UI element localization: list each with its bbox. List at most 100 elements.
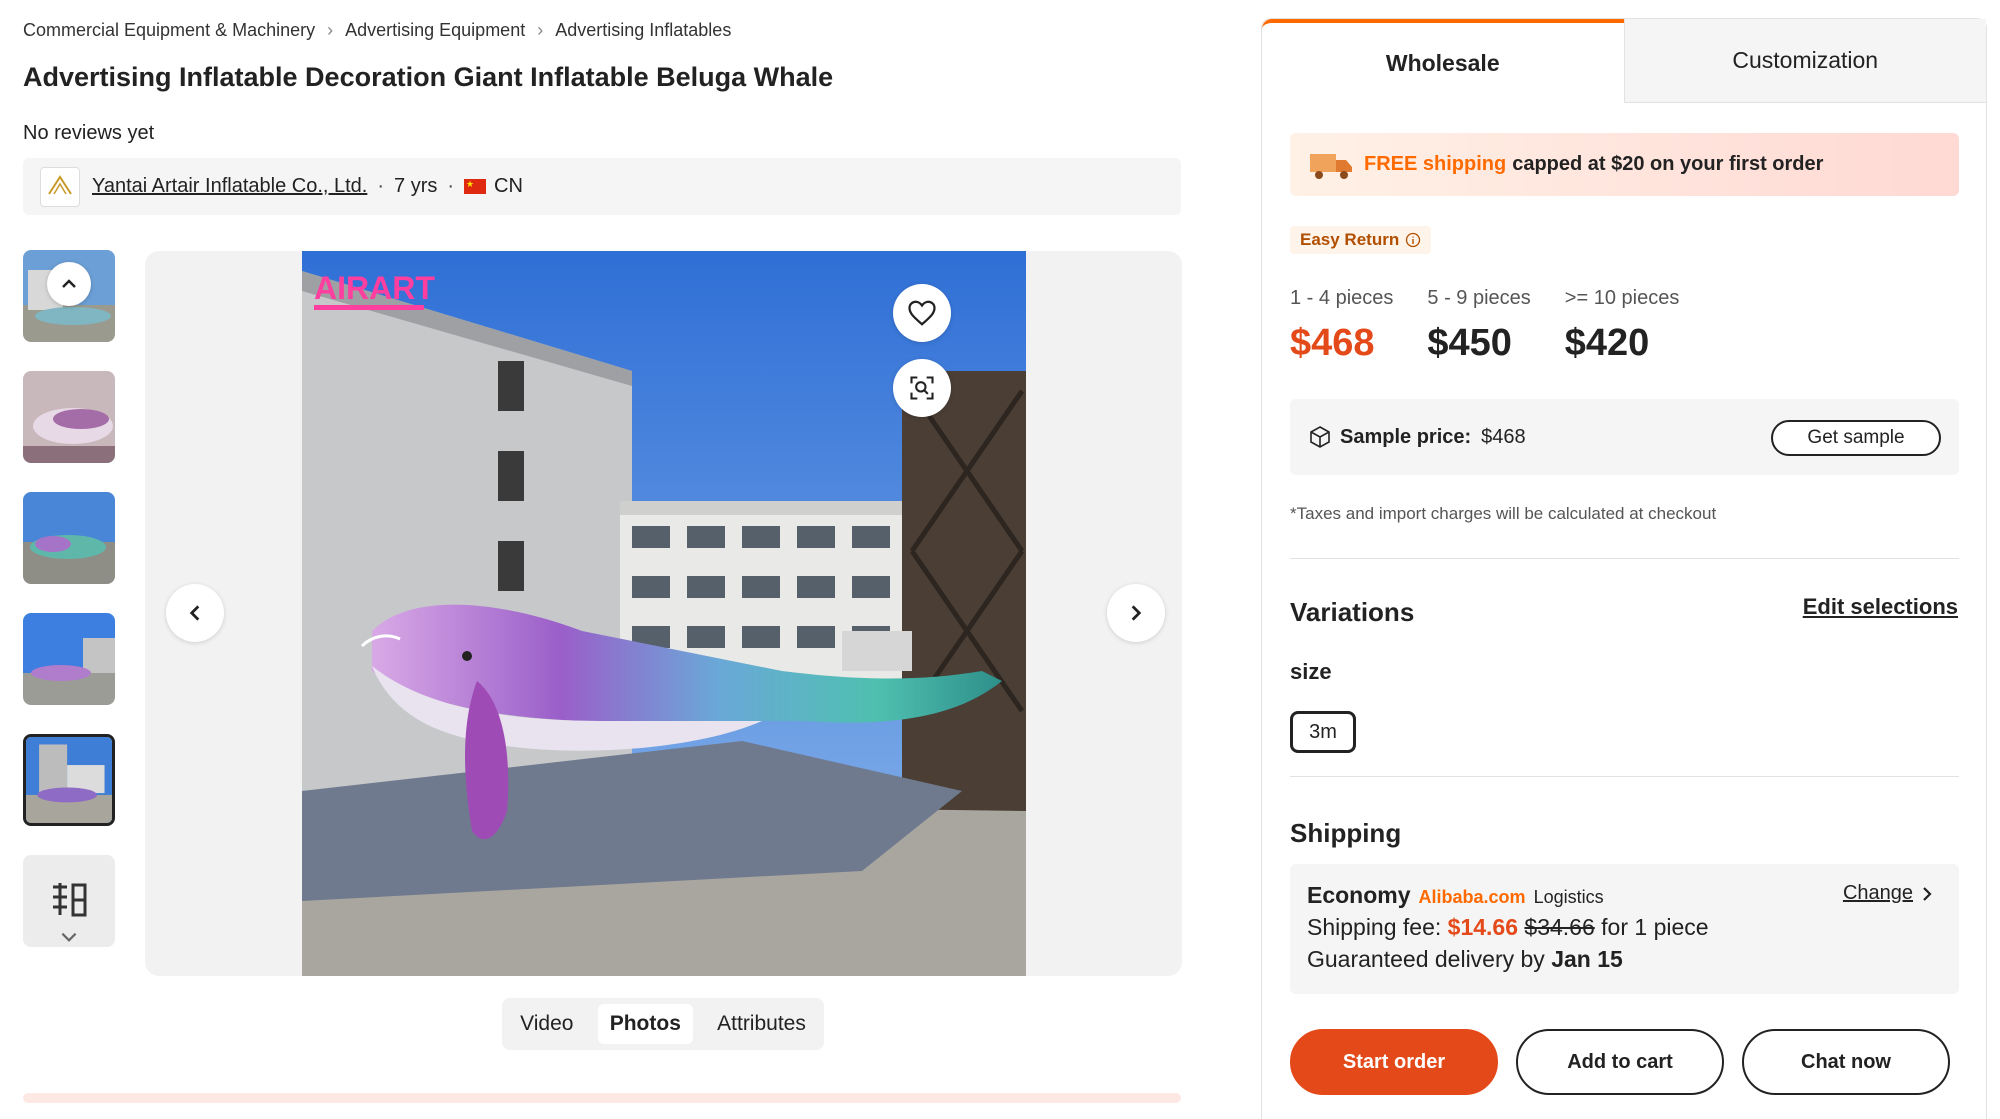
shipping-fee: $14.66 [1447,914,1519,940]
photo-watermark: AIRART [314,270,435,306]
scroll-up-button[interactable] [47,262,91,306]
free-shipping-highlight: FREE shipping [1364,153,1507,175]
image-search-button[interactable] [893,359,951,417]
image-search-icon [910,376,934,400]
product-title: Advertising Inflatable Decoration Giant … [23,62,834,92]
size-label: size [1290,659,1332,684]
free-shipping-text: capped at $20 on your first order [1512,153,1824,175]
chevron-right-icon [1131,605,1142,621]
media-tabs: Video Photos Attributes [502,998,824,1050]
carrier-suffix: Logistics [1533,887,1604,907]
tier-price: $468 [1290,322,1375,364]
thumbnail[interactable] [23,250,115,342]
action-buttons: Start order Add to cart Chat now [1290,1029,1950,1095]
thumbnail[interactable] [23,855,115,947]
shipping-box: Economy Alibaba.com Logistics Change Shi… [1290,864,1959,994]
taxes-note: *Taxes and import charges will be calcul… [1290,504,1717,523]
price-tiers: 1 - 4 pieces $468 5 - 9 pieces $450 >= 1… [1290,287,1679,365]
reviews-text: No reviews yet [23,122,155,144]
breadcrumb-item[interactable]: Advertising Equipment [345,20,525,41]
chat-now-button[interactable]: Chat now [1742,1029,1950,1095]
price-tier: 5 - 9 pieces $450 [1427,287,1530,365]
thumbnail-selected[interactable] [23,734,115,826]
main-image-viewer: AIRART [145,251,1182,976]
supplier-bar: Yantai Artair Inflatable Co., Ltd. · 7 y… [23,158,1181,215]
tab-video[interactable]: Video [508,1004,585,1044]
shipping-fee-label: Shipping fee: [1307,914,1442,940]
price-tier: >= 10 pieces $420 [1565,287,1680,365]
easy-return-label: Easy Return [1300,230,1400,249]
free-shipping-banner: FREE shipping capped at $20 on your firs… [1290,133,1959,196]
tier-quantity: 1 - 4 pieces [1290,287,1394,309]
carrier-brand: Alibaba.com [1418,887,1526,907]
supplier-logo [40,166,80,207]
shipping-title: Shipping [1290,818,1402,848]
shipping-fee-suffix: for 1 piece [1601,914,1709,940]
supplier-country: CN [494,175,523,197]
easy-return-badge[interactable]: Easy Return [1290,226,1432,254]
chevron-down-icon [61,932,77,942]
promo-strip [23,1093,1181,1103]
supplier-years: 7 yrs [394,175,438,197]
breadcrumb-item[interactable]: Advertising Inflatables [555,20,731,41]
separator-dot: · [377,175,385,197]
thumbnail-image [23,492,115,584]
china-flag-icon [464,179,487,194]
thumbnail[interactable] [23,492,115,584]
purchase-panel: Wholesale Customization FREE shipping ca… [1261,18,1987,1119]
variations-title: Variations [1290,597,1415,627]
shipping-method-line: Economy Alibaba.com Logistics [1307,882,1604,909]
tier-quantity: >= 10 pieces [1564,287,1680,309]
sample-price-box: Sample price: $468 Get sample [1290,399,1959,475]
chevron-right-icon: › [327,20,334,40]
shipping-method: Economy [1307,882,1411,908]
shipping-fee-line: Shipping fee: $14.66 $34.66 for 1 piece [1307,914,1709,941]
thumbnail-image [26,737,112,823]
breadcrumb-item[interactable]: Commercial Equipment & Machinery [23,20,315,41]
divider [1290,776,1959,777]
supplier-logo-mark [48,174,72,195]
start-order-button[interactable]: Start order [1290,1029,1498,1095]
edit-selections-link[interactable]: Edit selections [1803,594,1958,620]
tab-photos[interactable]: Photos [597,1004,693,1044]
delivery-line: Guaranteed delivery by Jan 15 [1307,946,1623,973]
chevron-right-icon [1923,886,1932,901]
breadcrumb: Commercial Equipment & Machinery › Adver… [23,20,731,41]
heart-icon [908,300,936,326]
delivery-date: Jan 15 [1551,946,1623,972]
chevron-left-icon [189,605,200,621]
thumbnail-strip [23,250,115,976]
tab-customization[interactable]: Customization [1623,19,1986,103]
chevron-right-icon: › [537,20,544,40]
tab-wholesale[interactable]: Wholesale [1262,19,1624,103]
sample-price-label: Sample price: [1340,425,1472,448]
shipping-fee-original: $34.66 [1524,914,1595,940]
tier-quantity: 5 - 9 pieces [1427,287,1531,309]
tier-price: $450 [1427,322,1512,364]
separator-dot: · [447,175,455,197]
next-image-button[interactable] [1107,584,1165,642]
previous-image-button[interactable] [166,584,224,642]
add-to-cart-button[interactable]: Add to cart [1516,1029,1724,1095]
change-shipping-link[interactable]: Change [1843,882,1935,905]
tab-attributes[interactable]: Attributes [705,1004,818,1044]
favorite-button[interactable] [893,284,951,342]
supplier-name-link[interactable]: Yantai Artair Inflatable Co., Ltd. [92,175,367,198]
thumbnail[interactable] [23,613,115,705]
get-sample-button[interactable]: Get sample [1771,420,1941,456]
divider [1290,558,1959,559]
panel-tabs: Wholesale Customization [1262,19,1986,103]
change-label: Change [1842,882,1913,904]
thumbnail-image [23,371,115,463]
truck-icon [1310,153,1352,179]
price-tier: 1 - 4 pieces $468 [1290,287,1393,365]
sample-price-value: $468 [1481,425,1526,448]
package-icon [1310,426,1330,448]
tier-price: $420 [1564,322,1650,364]
info-icon [1406,232,1421,248]
thumbnail-image [23,613,115,705]
delivery-label: Guaranteed delivery by [1307,946,1545,972]
thumbnail[interactable] [23,371,115,463]
size-option-3m[interactable]: 3m [1290,711,1356,753]
chevron-up-icon [62,279,76,288]
